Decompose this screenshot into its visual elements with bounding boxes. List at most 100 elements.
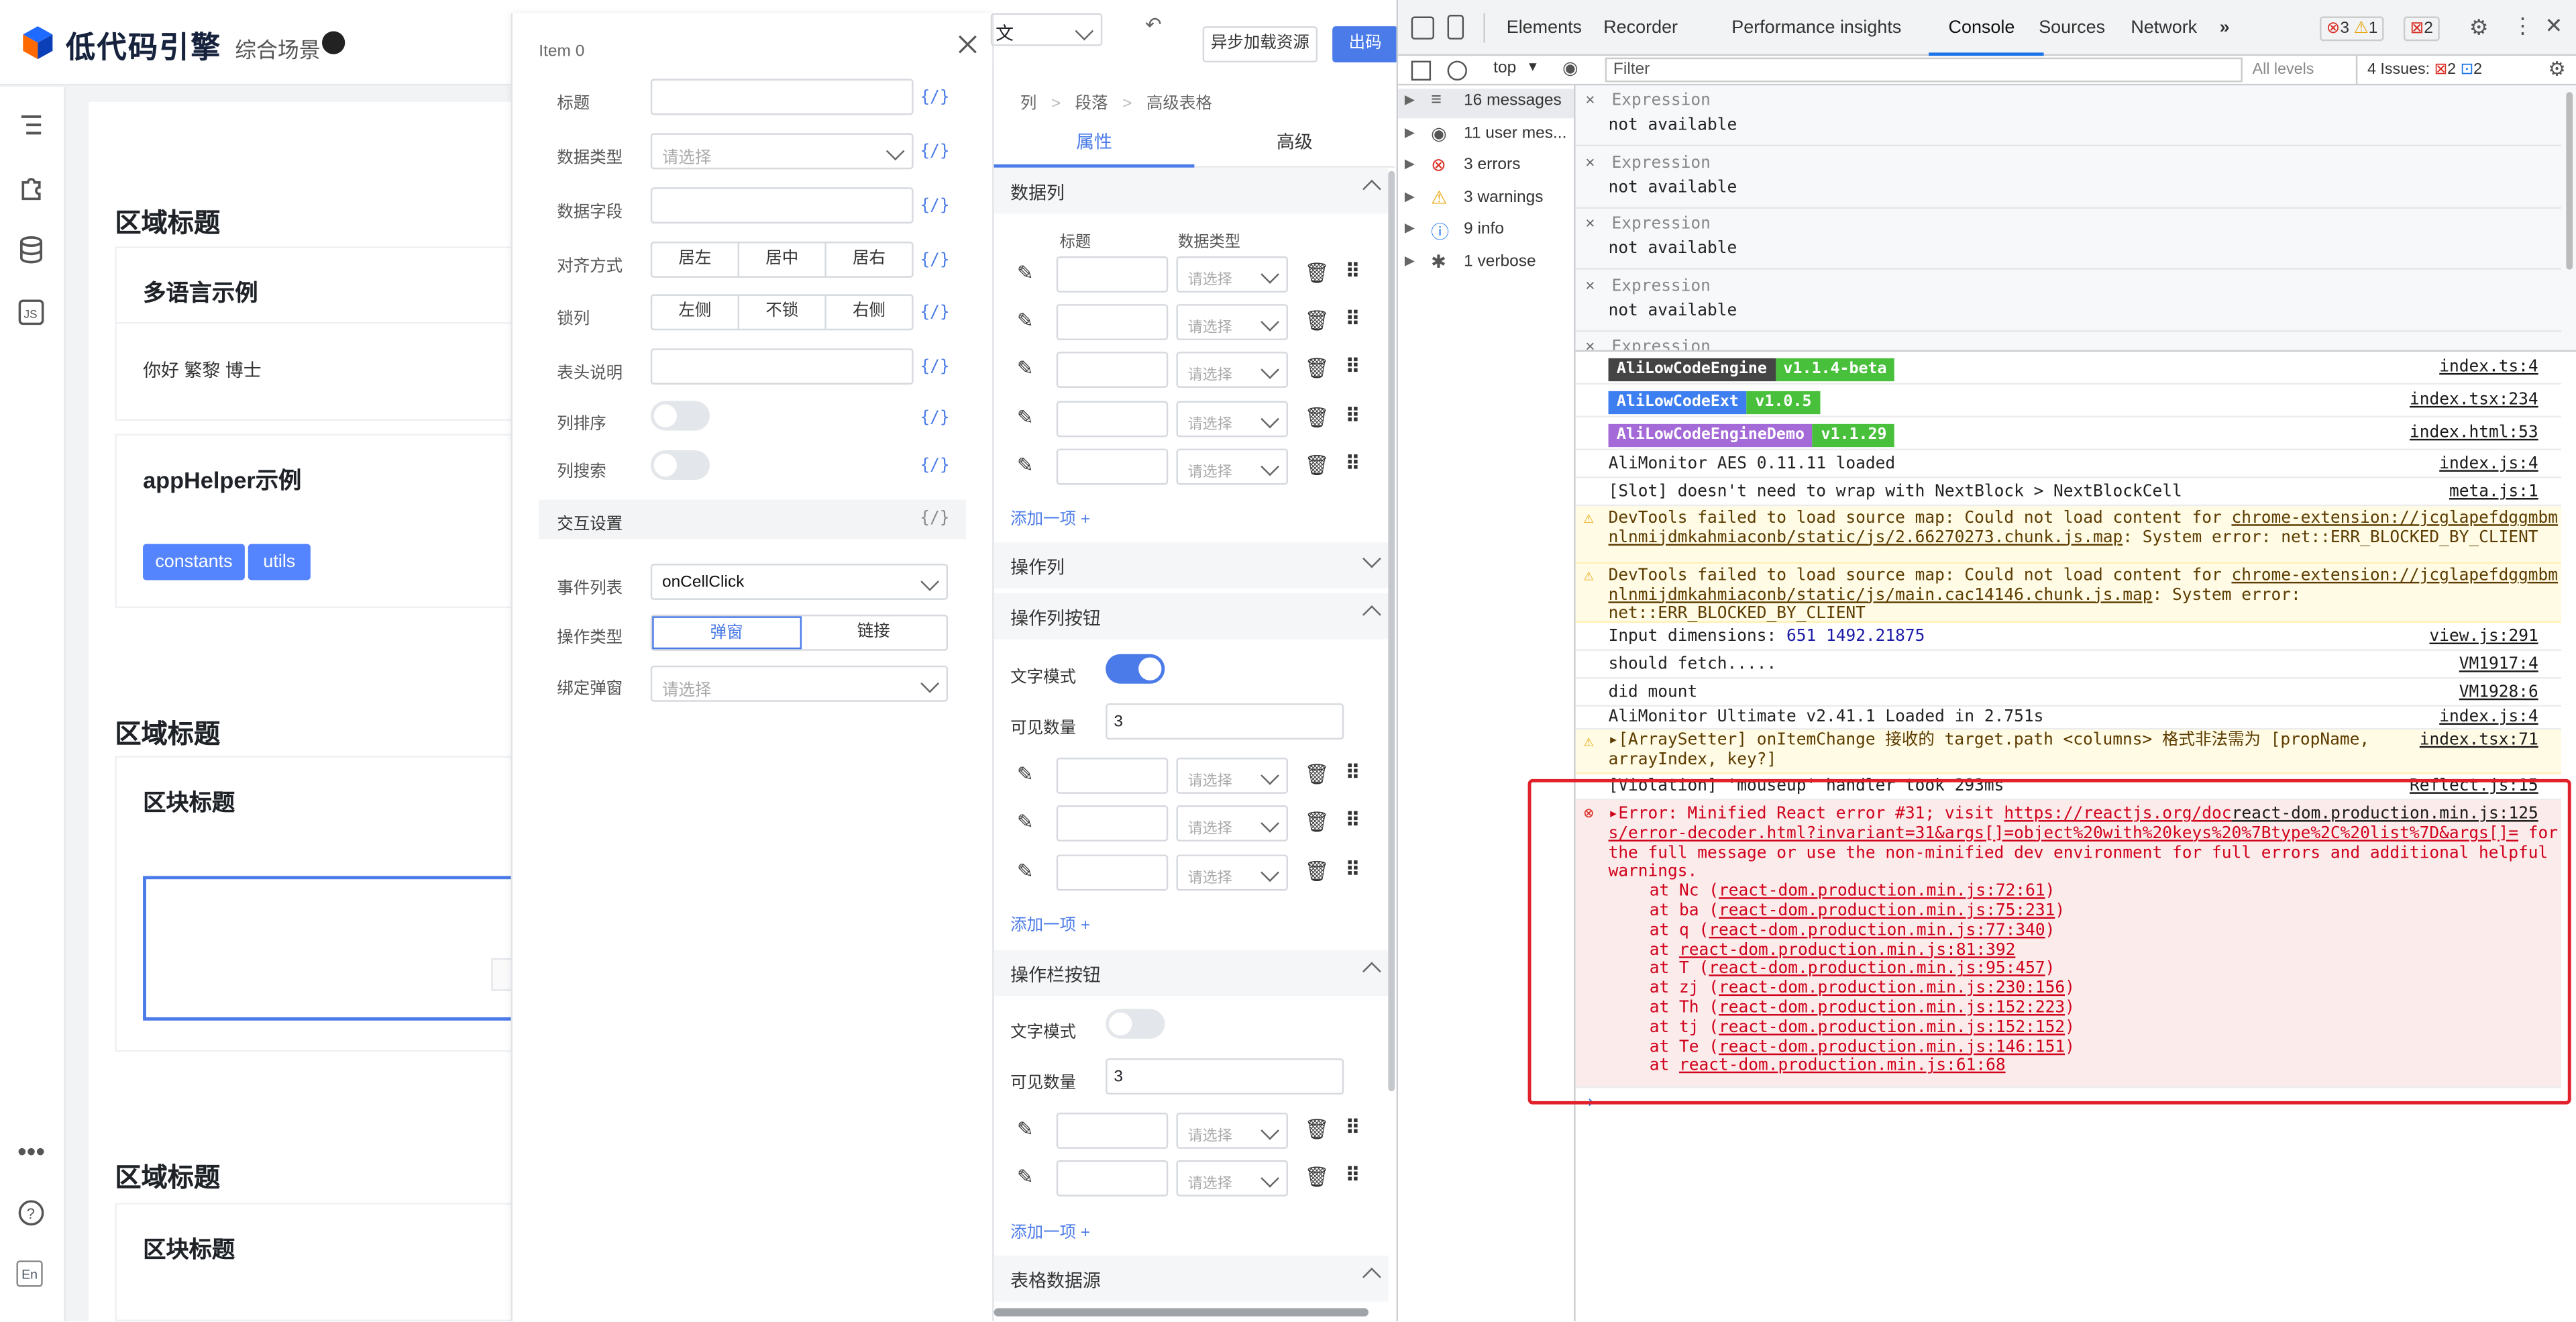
align-right-option[interactable]: 居右 — [826, 243, 912, 276]
title-input[interactable] — [1056, 352, 1169, 388]
delete-icon[interactable]: 🗑 — [1305, 261, 1330, 284]
log-link[interactable]: nlnmijdmkahmiaconb/static/js/2.66270273.… — [1609, 528, 2123, 546]
stack-location-link[interactable]: react-dom.production.min.js:81:392 — [1679, 941, 2015, 959]
drag-handle-icon[interactable]: ⠿ — [1346, 260, 1360, 283]
more-options-icon[interactable]: ⋮ — [2512, 13, 2534, 40]
align-left-option[interactable]: 居左 — [652, 243, 740, 276]
expression-key[interactable]: Expression — [1611, 154, 1710, 172]
op-bar-buttons-header[interactable]: 操作栏按钮 — [994, 950, 1389, 997]
data-type-select[interactable]: 请选择 — [1176, 256, 1289, 293]
title-input[interactable] — [1056, 256, 1169, 293]
source-link[interactable]: index.js:4 — [2439, 709, 2538, 727]
lock-none-option[interactable]: 不锁 — [739, 295, 826, 329]
link-option[interactable]: 链接 — [801, 616, 947, 649]
log-link[interactable]: chrome-extension://jcglapefdggmbm — [2231, 509, 2558, 527]
levels-select[interactable]: All levels — [2253, 61, 2314, 79]
log-link[interactable]: nlnmijdmkahmiaconb/static/js/main.cac141… — [1609, 586, 2153, 604]
drag-handle-icon[interactable]: ⠿ — [1346, 858, 1360, 880]
undo-icon[interactable]: ↶ — [1145, 13, 1162, 36]
title-input[interactable] — [1056, 304, 1169, 340]
data-columns-header[interactable]: 数据列 — [994, 167, 1389, 214]
source-link[interactable]: index.ts:4 — [2439, 358, 2538, 376]
tab-sources[interactable]: Sources — [2039, 18, 2105, 38]
drag-handle-icon[interactable]: ⠿ — [1346, 404, 1360, 427]
export-code-button[interactable]: 出码 — [1332, 26, 1397, 63]
edit-icon[interactable]: ✎ — [1017, 261, 1034, 284]
title-input[interactable] — [1056, 757, 1169, 794]
expressions-scrollbar[interactable] — [2566, 92, 2573, 270]
align-center-option[interactable]: 居中 — [739, 243, 826, 276]
sidebar-item[interactable]: 3 warnings — [1464, 189, 1543, 207]
log-link[interactable]: chrome-extension://jcglapefdggmbm — [2231, 567, 2558, 585]
text-mode-toggle[interactable] — [1106, 1009, 1165, 1039]
expand-arrow-icon[interactable]: ▶ — [1405, 124, 1415, 139]
drag-handle-icon[interactable]: ⠿ — [1346, 452, 1360, 474]
variable-icon[interactable]: {/} — [920, 89, 949, 107]
delete-icon[interactable]: 🗑 — [1305, 454, 1330, 476]
op-col-buttons-header[interactable]: 操作列按钮 — [994, 593, 1389, 640]
delete-icon[interactable]: 🗑 — [1305, 1165, 1330, 1188]
title-input[interactable] — [1056, 1160, 1169, 1197]
tab-performance-insights[interactable]: Performance insights — [1731, 18, 1901, 38]
data-field-input[interactable] — [650, 187, 914, 224]
device-toggle-icon[interactable] — [1447, 15, 1464, 40]
stack-location-link[interactable]: react-dom.production.min.js:95:457 — [1709, 960, 2045, 978]
delete-icon[interactable]: 🗑 — [1305, 309, 1330, 332]
tab-console[interactable]: Console — [1949, 18, 2015, 38]
sidebar-item[interactable]: 9 info — [1464, 221, 1504, 239]
breadcrumb-item[interactable]: 段落 — [1075, 95, 1108, 113]
tab-recorder[interactable]: Recorder — [1603, 18, 1678, 38]
console-prompt[interactable]: › — [1576, 1088, 2561, 1117]
edit-icon[interactable]: ✎ — [1017, 406, 1034, 429]
async-load-button[interactable]: 异步加载资源 — [1202, 26, 1318, 63]
title-input[interactable] — [1056, 1112, 1169, 1149]
breadcrumb-item[interactable]: 高级表格 — [1146, 95, 1212, 113]
header-desc-input[interactable] — [650, 348, 914, 385]
stack-location-link[interactable]: react-dom.production.min.js:152:223 — [1719, 999, 2065, 1017]
variable-icon[interactable]: {/} — [920, 252, 949, 270]
sort-toggle[interactable] — [650, 401, 710, 431]
op-type-radio[interactable]: 弹窗 链接 — [650, 614, 949, 651]
eye-icon[interactable]: ◉ — [1562, 58, 1578, 79]
op-column-header[interactable]: 操作列 — [994, 542, 1389, 589]
remove-expression-icon[interactable]: × — [1585, 215, 1595, 234]
edit-icon[interactable]: ✎ — [1017, 454, 1034, 476]
tab-properties[interactable]: 属性 — [994, 125, 1195, 168]
source-link[interactable]: index.html:53 — [2410, 424, 2538, 442]
table-source-header[interactable]: 表格数据源 — [994, 1256, 1389, 1302]
sidebar-item[interactable]: 1 verbose — [1464, 253, 1536, 271]
stack-location-link[interactable]: react-dom.production.min.js:77:340 — [1709, 921, 2045, 939]
variable-icon[interactable]: {/} — [920, 197, 949, 215]
edit-icon[interactable]: ✎ — [1017, 1117, 1034, 1140]
data-type-select[interactable]: 请选择 — [1176, 1160, 1289, 1197]
visible-count-input[interactable]: 3 — [1106, 1058, 1344, 1095]
remove-expression-icon[interactable]: × — [1585, 277, 1595, 295]
data-type-select[interactable]: 请选择 — [1176, 304, 1289, 340]
edit-icon[interactable]: ✎ — [1017, 356, 1034, 379]
delete-icon[interactable]: 🗑 — [1305, 1117, 1330, 1140]
drag-handle-icon[interactable]: ⠿ — [1346, 761, 1360, 784]
data-type-select[interactable]: 请选择 — [1176, 805, 1289, 842]
title-input[interactable] — [1056, 448, 1169, 485]
stack-location-link[interactable]: react-dom.production.min.js:72:61 — [1719, 883, 2045, 901]
edit-icon[interactable]: ✎ — [1017, 810, 1034, 833]
data-type-select[interactable]: 请选择 — [650, 133, 914, 170]
sidebar-item[interactable]: 16 messages — [1464, 92, 1562, 110]
close-devtools-icon[interactable]: ✕ — [2545, 13, 2563, 40]
issues-button[interactable]: 4 Issues: ⊠2 ⊡2 — [2355, 56, 2520, 84]
drag-handle-icon[interactable]: ⠿ — [1346, 1116, 1360, 1139]
drag-handle-icon[interactable]: ⠿ — [1346, 307, 1360, 330]
drag-handle-icon[interactable]: ⠿ — [1346, 809, 1360, 831]
constants-button[interactable]: constants — [143, 544, 245, 580]
source-link[interactable]: view.js:291 — [2429, 628, 2538, 646]
log-link[interactable]: https://reactjs.org/doc — [2004, 805, 2231, 823]
expression-key[interactable]: Expression — [1611, 338, 1710, 350]
more-tabs-icon[interactable]: » — [2220, 18, 2230, 38]
remove-expression-icon[interactable]: × — [1585, 338, 1595, 350]
add-column-link[interactable]: 添加一项 + — [1010, 505, 1090, 529]
remove-expression-icon[interactable]: × — [1585, 92, 1595, 110]
drag-handle-icon[interactable]: ⠿ — [1346, 355, 1360, 378]
expand-arrow-icon[interactable]: ▶ — [1405, 92, 1415, 107]
sidebar-toggle-icon[interactable] — [1411, 60, 1432, 81]
data-type-select[interactable]: 请选择 — [1176, 401, 1289, 438]
